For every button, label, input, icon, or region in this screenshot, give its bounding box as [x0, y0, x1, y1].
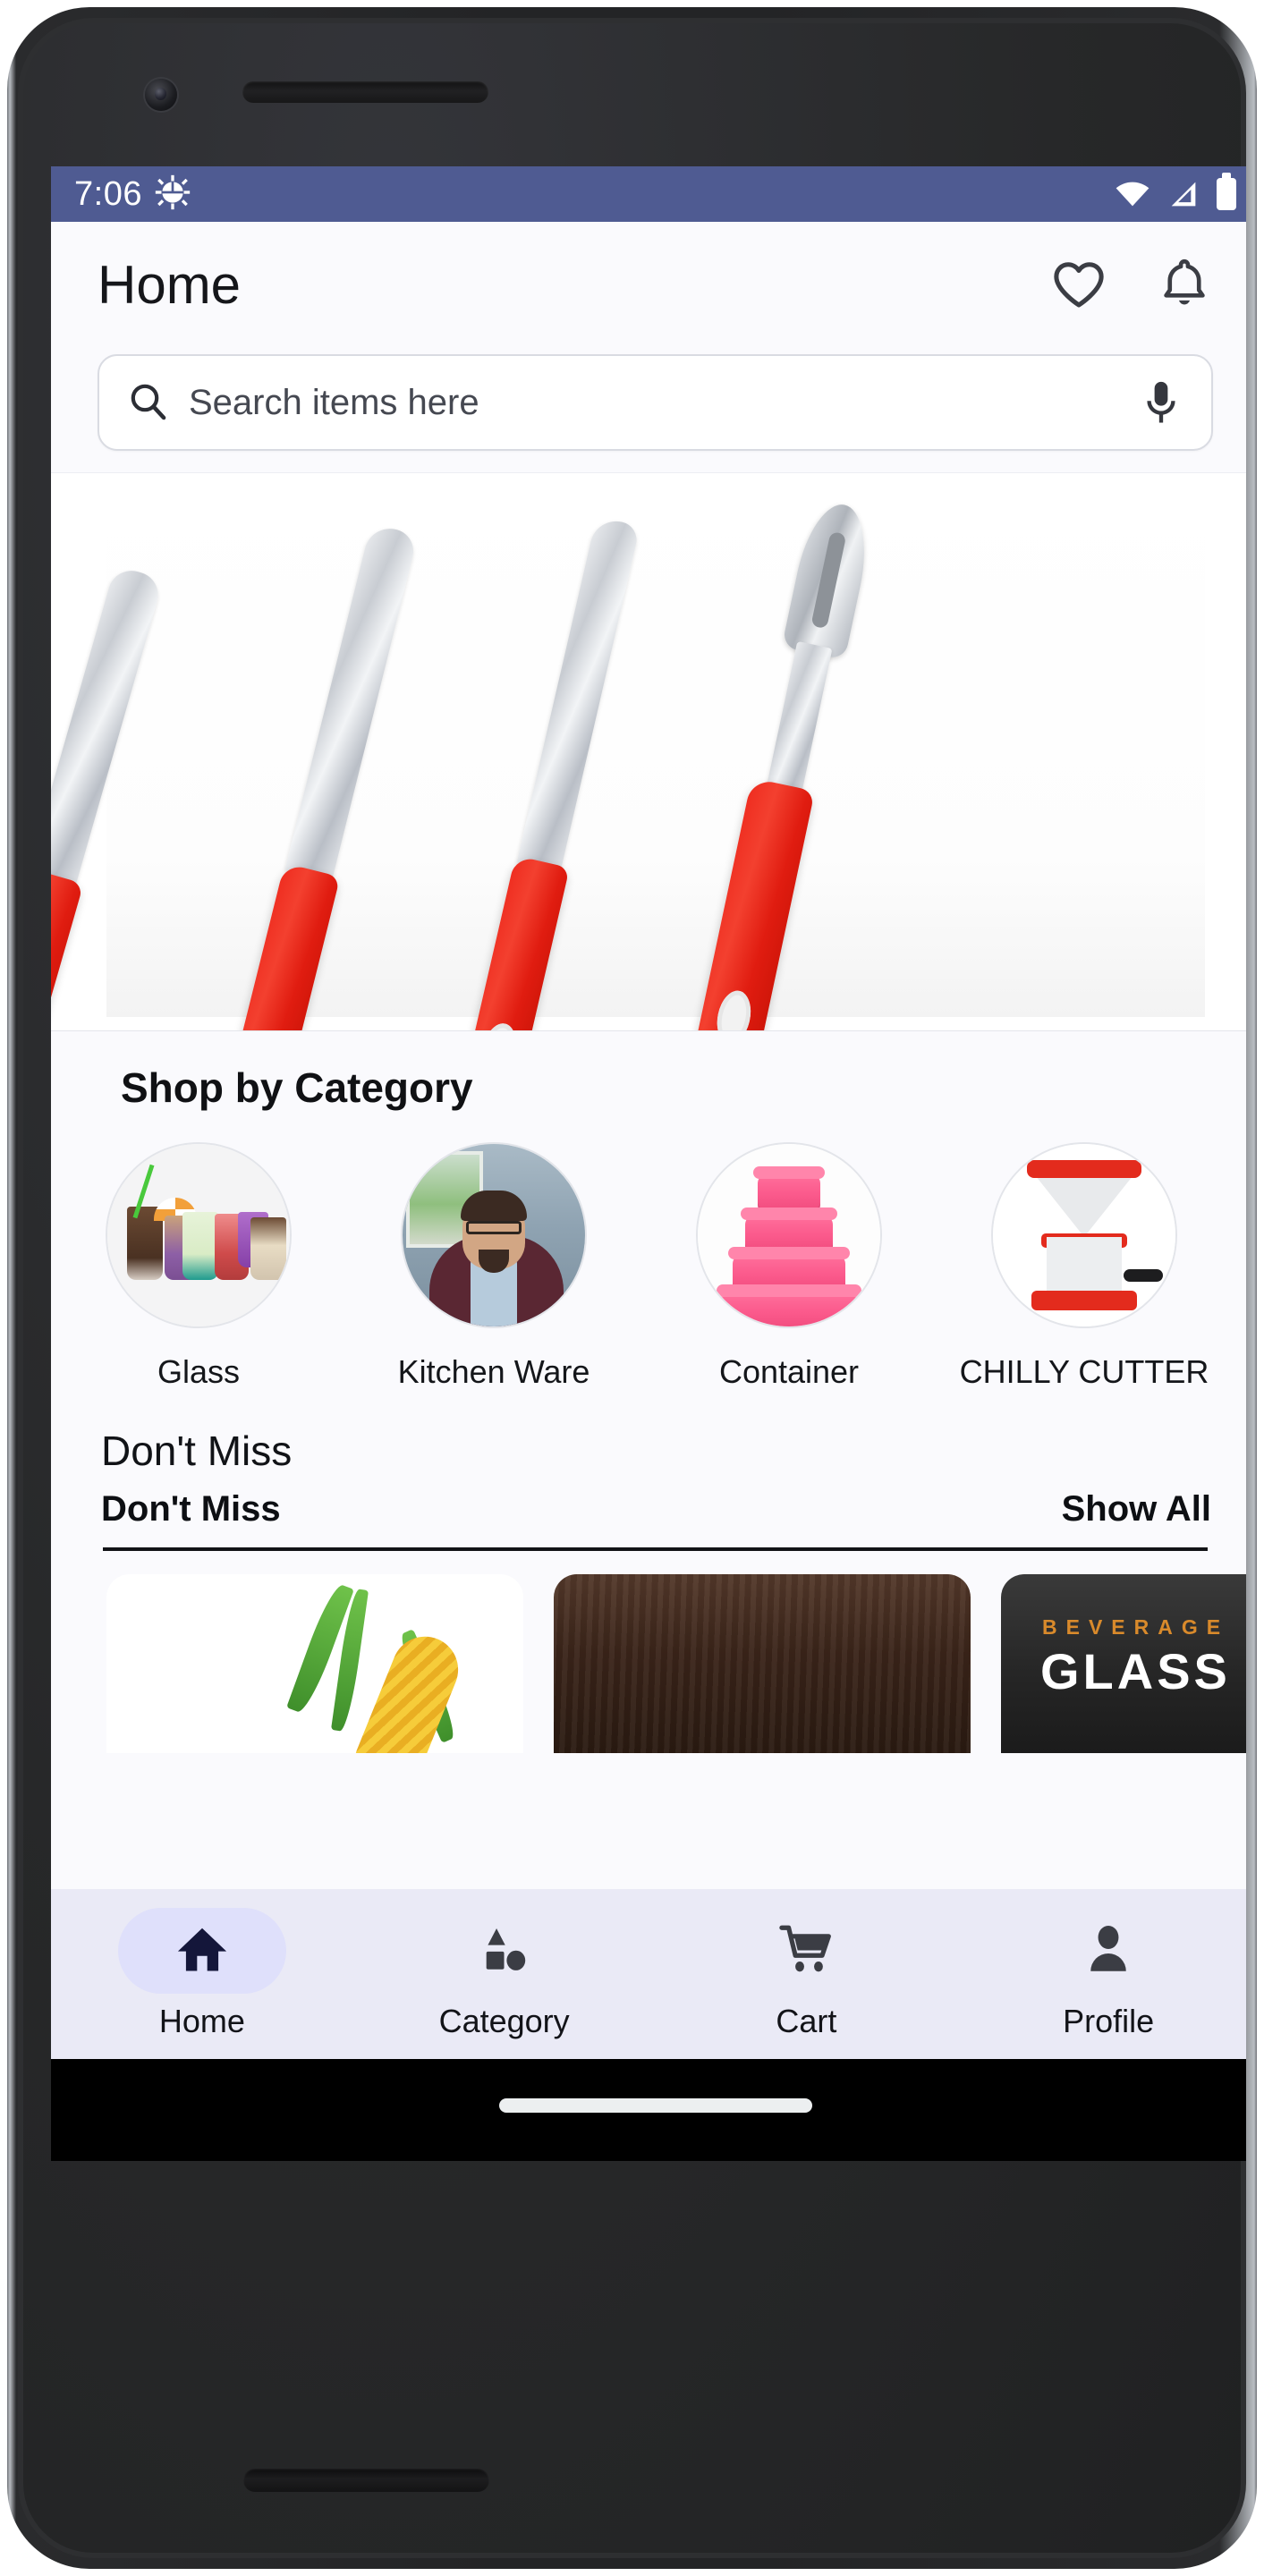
nav-item-cart[interactable]: Cart — [656, 1908, 958, 2040]
dont-miss-section: Don't Miss Don't Miss Show All BEVERAGE … — [51, 1391, 1246, 1753]
product-card-corn[interactable] — [106, 1574, 523, 1753]
chilly-cutter-thumbnail — [991, 1142, 1177, 1328]
product-caption-small: BEVERAGE — [1042, 1615, 1230, 1639]
app-bar-actions — [1050, 256, 1213, 313]
category-label: CHILLY CUTTER — [959, 1353, 1209, 1390]
promo-banner[interactable] — [51, 472, 1246, 1031]
nav-label: Home — [158, 2003, 245, 2039]
phone-body: 7:06 Home Search items here Shop by Cate… — [18, 18, 1246, 2558]
product-card-dark[interactable] — [554, 1574, 971, 1753]
nav-pill — [1024, 1908, 1192, 1994]
dont-miss-subheader-row: Don't Miss Show All — [51, 1475, 1246, 1530]
bug-gear-icon — [155, 174, 191, 215]
nav-item-profile[interactable]: Profile — [957, 1908, 1246, 2040]
microphone-icon[interactable] — [1138, 377, 1184, 428]
product-card-beverage-glass[interactable]: BEVERAGE GLASS — [1001, 1574, 1246, 1753]
search-placeholder: Search items here — [189, 382, 479, 422]
category-item-chilly-cutter[interactable]: CHILLY CUTTER — [937, 1142, 1232, 1391]
category-shapes-icon — [479, 1923, 530, 1979]
beverage-glasses-thumbnail — [106, 1142, 292, 1328]
nav-item-home[interactable]: Home — [51, 1908, 353, 2040]
category-list[interactable]: Glass Kitchen Ware Container CHILLY CUTT… — [51, 1112, 1246, 1391]
nav-item-category[interactable]: Category — [353, 1908, 656, 2040]
gesture-home-pill[interactable] — [498, 2098, 812, 2113]
category-label: Glass — [157, 1353, 241, 1390]
bottom-navigation-bar: Home Category Cart Profile — [51, 1889, 1246, 2059]
battery-icon — [1217, 173, 1236, 210]
nav-label: Category — [438, 2003, 570, 2039]
app-bar: Home — [51, 222, 1246, 347]
dont-miss-subheading: Don't Miss — [101, 1489, 281, 1529]
phone-screen: 7:06 Home Search items here Shop by Cate… — [51, 166, 1246, 2161]
product-caption-large: GLASS — [1040, 1643, 1231, 1699]
status-right — [1115, 173, 1236, 210]
dont-miss-heading: Don't Miss — [101, 1428, 293, 1474]
shopping-cart-icon — [778, 1923, 834, 1979]
nav-pill — [722, 1908, 890, 1994]
search-icon — [126, 379, 169, 427]
search-section: Search items here — [51, 347, 1246, 451]
system-gesture-bar — [51, 2059, 1246, 2161]
category-section-title: Shop by Category — [121, 1064, 473, 1111]
person-icon — [1085, 1923, 1132, 1979]
wifi-icon — [1115, 181, 1150, 208]
nav-active-pill — [117, 1908, 286, 1994]
status-left: 7:06 — [74, 174, 191, 215]
cellular-signal-icon — [1168, 181, 1199, 208]
page-title: Home — [98, 254, 242, 315]
nav-pill — [420, 1908, 589, 1994]
front-camera-icon — [145, 79, 177, 111]
search-input[interactable]: Search items here — [98, 354, 1213, 451]
category-label: Container — [718, 1353, 860, 1390]
home-icon — [174, 1923, 230, 1979]
knife-set-image — [51, 489, 1205, 1030]
category-section: Shop by Category Glass Kitchen Ware Cont… — [51, 1031, 1246, 1391]
heart-icon[interactable] — [1050, 256, 1107, 313]
nav-label: Cart — [776, 2003, 837, 2039]
status-bar: 7:06 — [51, 166, 1246, 222]
show-all-link[interactable]: Show All — [1062, 1489, 1211, 1530]
nav-label: Profile — [1063, 2003, 1155, 2039]
pink-containers-thumbnail — [696, 1142, 882, 1328]
product-list[interactable]: BEVERAGE GLASS — [51, 1551, 1246, 1753]
category-item-glass[interactable]: Glass — [51, 1142, 346, 1391]
earpiece-speaker — [242, 81, 488, 103]
category-label: Kitchen Ware — [397, 1353, 590, 1390]
bell-icon[interactable] — [1156, 256, 1213, 313]
status-clock: 7:06 — [74, 174, 142, 213]
category-item-container[interactable]: Container — [641, 1142, 937, 1391]
bottom-speaker — [243, 2469, 489, 2492]
phone-frame: 7:06 Home Search items here Shop by Cate… — [7, 7, 1257, 2569]
person-portrait-thumbnail — [401, 1142, 587, 1328]
phone-bezel: 7:06 Home Search items here Shop by Cate… — [23, 23, 1246, 2553]
category-item-kitchen-ware[interactable]: Kitchen Ware — [346, 1142, 641, 1391]
